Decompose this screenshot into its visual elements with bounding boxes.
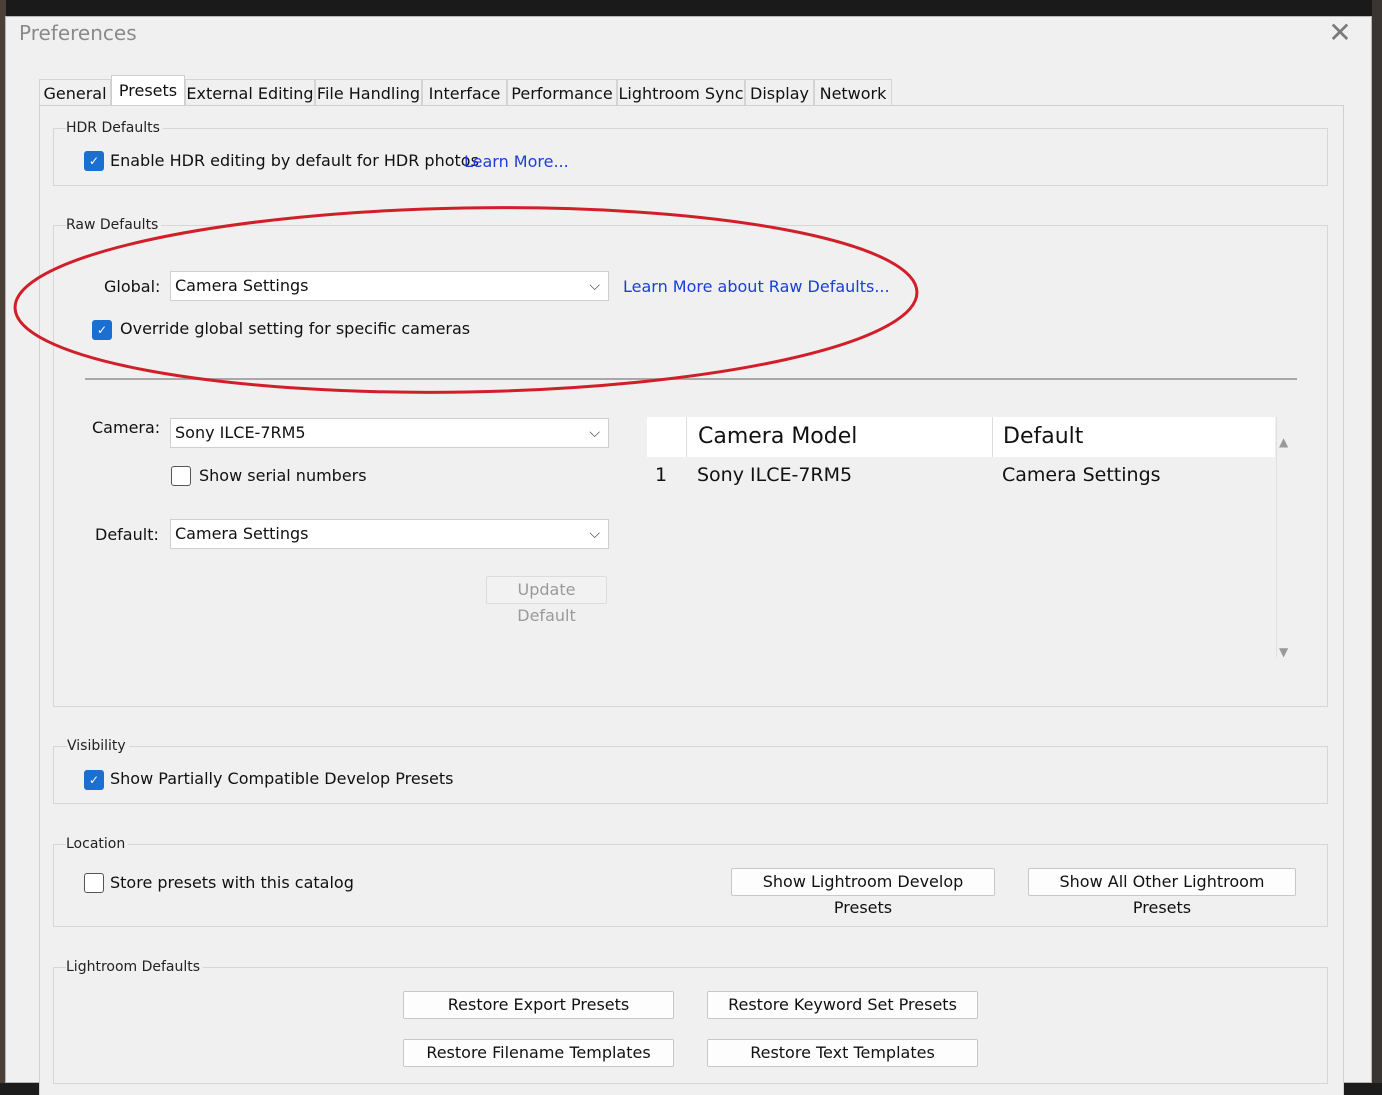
check-icon: ✓ <box>88 773 100 787</box>
chevron-down-icon: ⌵ <box>589 425 600 441</box>
restore-keyword-presets-button[interactable]: Restore Keyword Set Presets <box>707 991 978 1019</box>
tab-network[interactable]: Network <box>814 79 892 107</box>
raw-learn-more-link[interactable]: Learn More about Raw Defaults... <box>623 277 890 296</box>
lightroom-defaults-label: Lightroom Defaults <box>66 959 204 975</box>
serial-checkbox[interactable] <box>171 466 191 486</box>
default-select-value: Camera Settings <box>175 524 309 543</box>
visibility-label: Visibility <box>67 738 129 754</box>
dialog-title: Preferences <box>19 21 137 45</box>
update-default-button[interactable]: Update Default <box>486 576 607 625</box>
camera-select[interactable]: Sony ILCE-7RM5 ⌵ <box>170 418 609 448</box>
camera-label: Camera: <box>92 418 161 437</box>
global-select-value: Camera Settings <box>175 276 309 295</box>
table-row-default[interactable]: Camera Settings <box>1002 464 1161 486</box>
override-label: Override global setting for specific cam… <box>120 319 471 338</box>
table-row-index: 1 <box>655 464 668 486</box>
scroll-up-icon[interactable]: ▲ <box>1279 435 1288 449</box>
column-separator <box>992 417 993 457</box>
table-header: Camera Model Default <box>647 417 1275 457</box>
column-camera-model[interactable]: Camera Model <box>698 417 857 457</box>
tab-external-editing[interactable]: External Editing <box>185 79 315 107</box>
serial-label: Show serial numbers <box>199 466 367 485</box>
background-right <box>1372 0 1382 1083</box>
restore-text-templates-button[interactable]: Restore Text Templates <box>707 1039 978 1067</box>
override-checkbox[interactable]: ✓ <box>92 320 112 340</box>
check-icon: ✓ <box>96 323 108 337</box>
hdr-enable-checkbox[interactable]: ✓ <box>84 151 104 171</box>
restore-filename-templates-button[interactable]: Restore Filename Templates <box>403 1039 674 1067</box>
show-develop-presets-button[interactable]: Show Lightroom Develop Presets <box>731 868 995 917</box>
column-default[interactable]: Default <box>1003 417 1083 457</box>
location-label: Location <box>66 836 129 852</box>
default-select[interactable]: Camera Settings ⌵ <box>170 519 609 549</box>
tab-presets[interactable]: Presets <box>111 75 185 108</box>
scroll-down-icon[interactable]: ▼ <box>1279 645 1288 659</box>
default-label: Default: <box>95 525 159 544</box>
table-row-model[interactable]: Sony ILCE-7RM5 <box>697 464 852 486</box>
close-icon[interactable]: ✕ <box>1324 19 1356 51</box>
store-presets-label: Store presets with this catalog <box>110 873 354 892</box>
hdr-defaults-label: HDR Defaults <box>66 120 163 136</box>
hdr-enable-label: Enable HDR editing by default for HDR ph… <box>110 151 479 170</box>
tab-display[interactable]: Display <box>745 79 814 107</box>
tab-lightroom-sync[interactable]: Lightroom Sync <box>617 79 745 107</box>
chevron-down-icon: ⌵ <box>589 278 600 294</box>
chevron-down-icon: ⌵ <box>589 526 600 542</box>
partial-compatible-checkbox[interactable]: ✓ <box>84 770 104 790</box>
partial-compatible-label: Show Partially Compatible Develop Preset… <box>110 769 454 788</box>
lightroom-defaults-group <box>53 967 1328 1084</box>
store-presets-checkbox[interactable] <box>84 873 104 893</box>
restore-export-presets-button[interactable]: Restore Export Presets <box>403 991 674 1019</box>
global-select[interactable]: Camera Settings ⌵ <box>170 271 609 301</box>
table-scrollbar-track <box>1276 417 1277 657</box>
tab-general[interactable]: General <box>39 79 111 107</box>
show-other-presets-button[interactable]: Show All Other Lightroom Presets <box>1028 868 1296 917</box>
camera-defaults-table: Camera Model Default 1 Sony ILCE-7RM5 Ca… <box>647 417 1275 657</box>
camera-select-value: Sony ILCE-7RM5 <box>175 423 306 442</box>
check-icon: ✓ <box>88 154 100 168</box>
tab-performance[interactable]: Performance <box>507 79 617 107</box>
tab-interface[interactable]: Interface <box>422 79 507 107</box>
tab-file-handling[interactable]: File Handling <box>315 79 422 107</box>
preferences-dialog: Preferences ✕ General Presets External E… <box>5 16 1372 1095</box>
background-top <box>0 0 1382 16</box>
column-separator <box>686 417 687 457</box>
hdr-learn-more-link[interactable]: Learn More... <box>464 152 569 171</box>
separator-line <box>85 378 1297 380</box>
global-label: Global: <box>104 277 161 296</box>
raw-defaults-label: Raw Defaults <box>66 217 162 233</box>
